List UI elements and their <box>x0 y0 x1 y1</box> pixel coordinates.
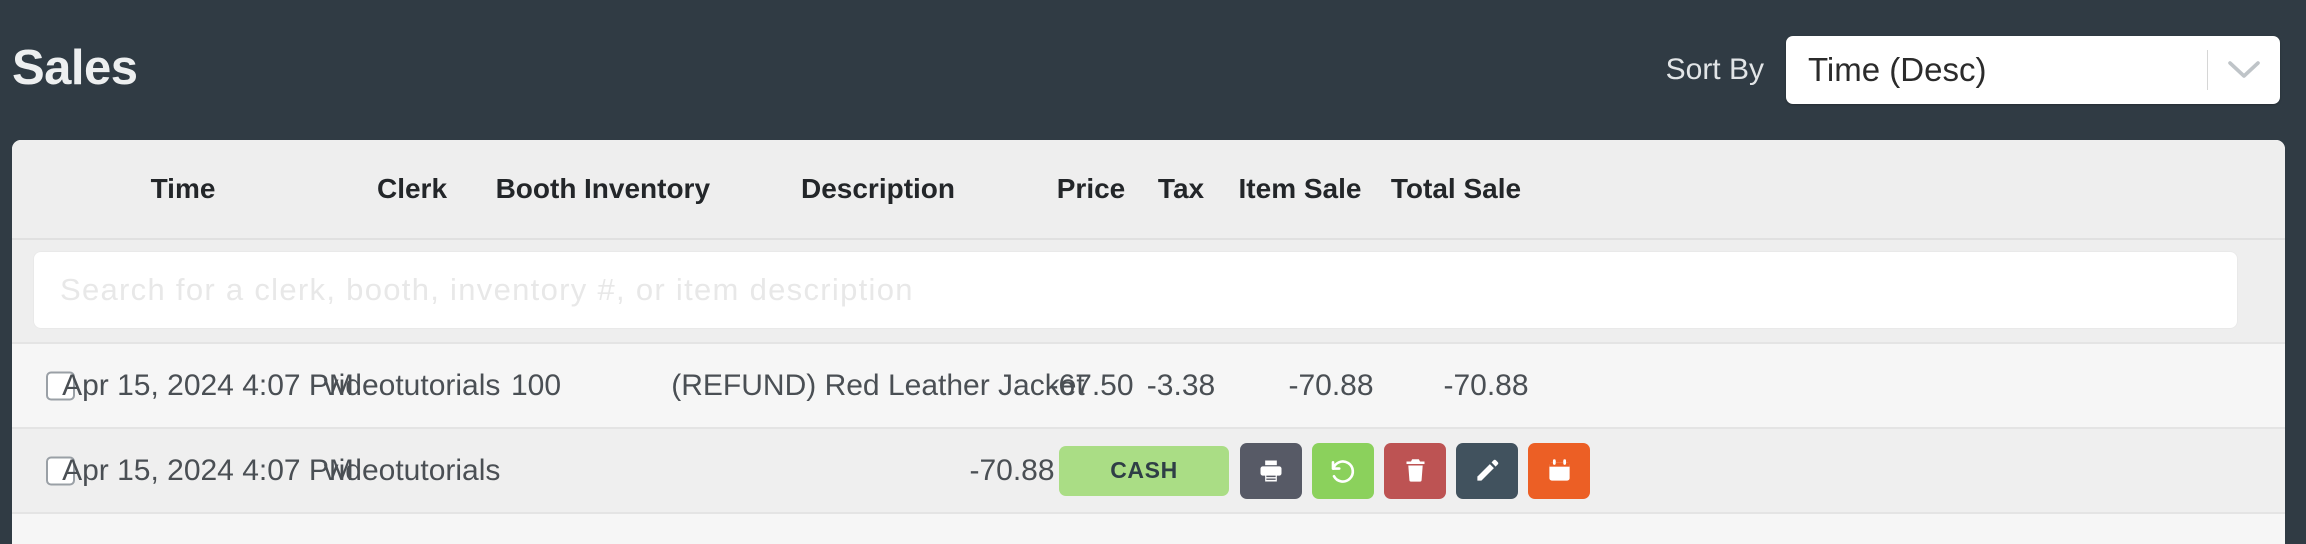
printer-icon <box>1257 457 1285 485</box>
row-actions <box>1240 442 1590 499</box>
column-header-item-sale[interactable]: Item Sale <box>1239 173 1362 205</box>
page-title: Sales <box>12 40 138 95</box>
edit-button[interactable] <box>1456 442 1518 499</box>
status-badge-payment-type: CASH <box>1059 445 1229 496</box>
table-header-row: Time Clerk Booth Inventory Description P… <box>12 140 2285 240</box>
sort-by-label: Sort By <box>1665 53 1764 86</box>
cell-time: Apr 15, 2024 4:07 PM <box>62 453 354 487</box>
search-row <box>12 240 2285 342</box>
column-header-description[interactable]: Description <box>801 173 955 205</box>
cell-description: (REFUND) Red Leather Jacket <box>671 368 1085 402</box>
cell-booth: 100 <box>510 368 562 402</box>
column-header-time[interactable]: Time <box>151 173 216 205</box>
sort-by-select[interactable]: Time (Desc) <box>1786 36 2280 104</box>
calendar-icon <box>1546 457 1573 484</box>
top-bar: Sales Sort By Time (Desc) <box>0 0 2306 140</box>
cell-tax: -3.38 <box>1146 368 1216 402</box>
sort-control: Sort By Time (Desc) <box>1666 36 2280 104</box>
table-row[interactable]: Apr 15, 2024 4:07 PM videotutorials -70.… <box>12 427 2285 512</box>
column-header-total-sale[interactable]: Total Sale <box>1391 173 1521 205</box>
column-header-clerk[interactable]: Clerk <box>377 173 447 205</box>
delete-button[interactable] <box>1384 442 1446 499</box>
cell-clerk: videotutorials <box>323 368 501 402</box>
sales-page: Sales Sort By Time (Desc) Time Clerk Boo… <box>0 0 2306 544</box>
cell-item-sale: -70.88 <box>969 453 1055 487</box>
cell-item-sale: -70.88 <box>1288 368 1374 402</box>
table-row[interactable]: Apr 15, 2024 4:07 PM videotutorials 100 … <box>12 342 2285 427</box>
column-header-tax[interactable]: Tax <box>1158 173 1204 205</box>
chevron-down-icon[interactable] <box>2208 60 2280 80</box>
column-header-price[interactable]: Price <box>1057 173 1126 205</box>
cell-time: Apr 15, 2024 4:07 PM <box>62 368 354 402</box>
print-button[interactable] <box>1240 442 1302 499</box>
search-input[interactable] <box>34 252 2237 328</box>
pencil-icon <box>1474 457 1501 484</box>
calendar-button[interactable] <box>1528 442 1590 499</box>
sort-by-value: Time (Desc) <box>1808 51 1987 88</box>
sales-table-card: Time Clerk Booth Inventory Description P… <box>12 140 2285 544</box>
cell-price: -67.50 <box>1048 368 1134 402</box>
undo-icon <box>1328 456 1358 486</box>
table-row[interactable] <box>12 512 2285 544</box>
cell-total-sale: -70.88 <box>1443 368 1529 402</box>
cell-clerk: videotutorials <box>323 453 501 487</box>
column-header-inventory[interactable]: Inventory <box>584 173 710 205</box>
column-header-booth[interactable]: Booth <box>496 173 577 205</box>
trash-icon <box>1402 457 1429 484</box>
refund-button[interactable] <box>1312 442 1374 499</box>
